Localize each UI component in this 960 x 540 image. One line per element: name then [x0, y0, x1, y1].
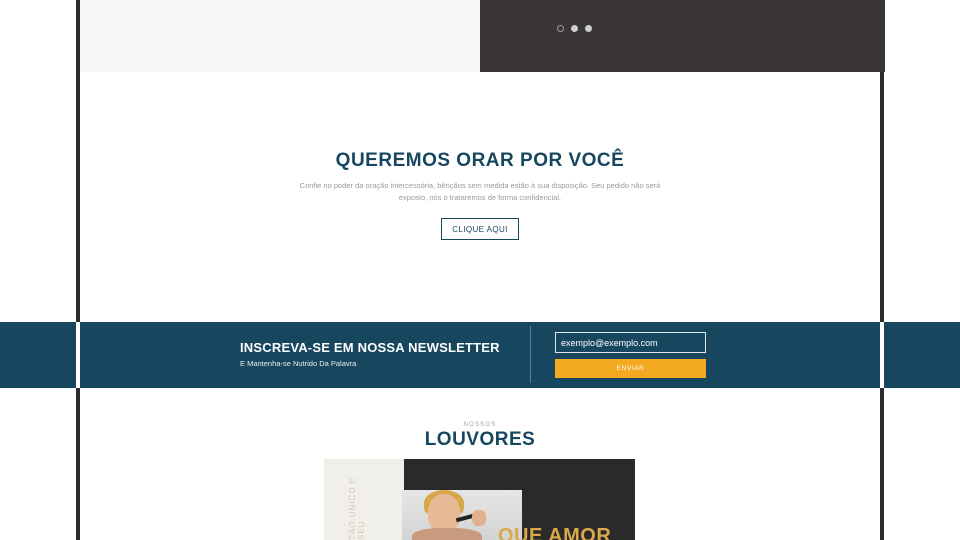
slider-pagination [557, 25, 592, 32]
frame-gap-left [76, 322, 80, 388]
newsletter-email-input[interactable] [555, 332, 706, 353]
newsletter-subtitle: E Mantenha-se Nutrido Da Palavra [240, 359, 357, 368]
prayer-request-button[interactable]: CLIQUE AQUI [441, 218, 519, 240]
prayer-description: Confie no poder da oração intercessória,… [299, 181, 661, 202]
prayer-title: QUEREMOS ORAR POR VOCÊ [335, 150, 625, 171]
hero-slide-light-panel [80, 0, 480, 72]
frame-gap-right [880, 322, 884, 388]
louvores-title: LOUVORES [424, 429, 536, 450]
prayer-section: QUEREMOS ORAR POR VOCÊ Confie no poder d… [80, 72, 880, 322]
album-side-text: TÃO ÚNICO E SEU [348, 476, 366, 540]
slider-dot-3[interactable] [585, 25, 592, 32]
newsletter-band [0, 322, 960, 388]
outer-background-right [884, 0, 960, 540]
album-title-text: QUE AMOR [498, 525, 612, 540]
newsletter-submit-button[interactable]: ENVIAR [555, 359, 706, 378]
album-cover[interactable]: TÃO ÚNICO E SEU QUE AMOR [324, 459, 635, 540]
louvores-eyebrow: NOSSOS [463, 422, 497, 428]
album-paper-texture: TÃO ÚNICO E SEU [324, 459, 404, 540]
singer-hand [472, 510, 486, 526]
hero-slide-dark-panel [480, 0, 885, 72]
slider-dot-1[interactable] [557, 25, 564, 32]
frame-border-right [880, 0, 884, 540]
newsletter-divider [530, 326, 531, 383]
slider-dot-2[interactable] [571, 25, 578, 32]
newsletter-title: INSCREVA-SE EM NOSSA NEWSLETTER [240, 340, 500, 355]
hero-slider [80, 0, 885, 72]
singer-body [412, 528, 482, 540]
outer-background-left [0, 0, 76, 540]
